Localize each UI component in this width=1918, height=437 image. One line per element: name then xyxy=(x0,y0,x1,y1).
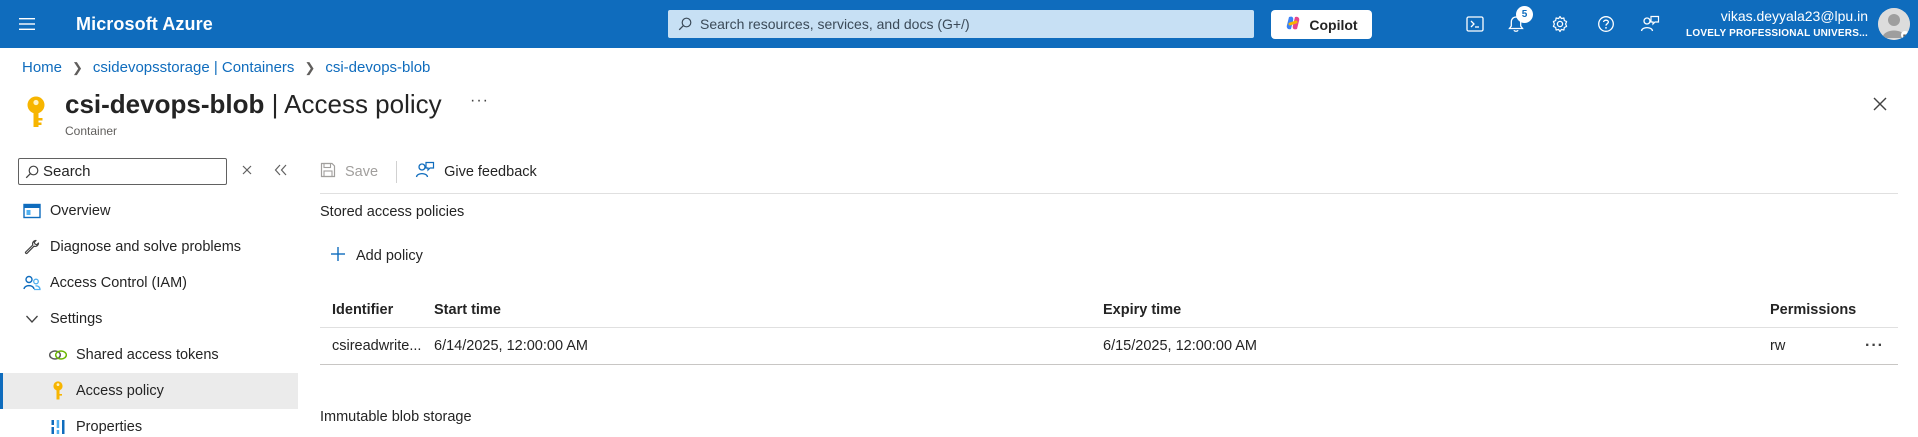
notification-count-badge: 5 xyxy=(1516,6,1533,23)
row-more-options-icon[interactable]: ··· xyxy=(1865,328,1884,364)
account-email: vikas.deyyala23@lpu.in xyxy=(1720,8,1868,24)
table-row[interactable]: csireadwrite... 6/14/2025, 12:00:00 AM 6… xyxy=(320,328,1898,365)
key-icon xyxy=(48,381,68,401)
collapse-sidebar-icon[interactable] xyxy=(274,163,288,179)
policies-table: Identifier Start time Expiry time Permis… xyxy=(320,292,1898,365)
sidebar-item-label: Diagnose and solve problems xyxy=(50,239,242,255)
plus-icon xyxy=(330,246,346,266)
title-separator: | xyxy=(264,89,285,119)
copilot-button[interactable]: Copilot xyxy=(1271,10,1372,39)
immutable-storage-title: Immutable blob storage xyxy=(320,409,472,425)
column-header-start-time[interactable]: Start time xyxy=(434,292,501,327)
sidebar-search-field[interactable] xyxy=(43,163,203,180)
sidebar-item-label: Access Control (IAM) xyxy=(50,275,187,291)
sidebar-item-label: Access policy xyxy=(76,383,164,399)
page-title: csi-devops-blob | Access policy xyxy=(65,89,442,120)
command-separator xyxy=(396,161,398,183)
column-header-permissions[interactable]: Permissions xyxy=(1770,292,1856,327)
breadcrumb-home[interactable]: Home xyxy=(22,59,62,76)
chevron-down-icon xyxy=(22,309,42,329)
cell-start-time: 6/14/2025, 12:00:00 AM xyxy=(434,338,588,354)
link-icon xyxy=(48,345,68,365)
feedback-label: Give feedback xyxy=(444,164,537,180)
sidebar-item-shared-access-tokens[interactable]: Shared access tokens xyxy=(0,337,298,373)
breadcrumb: Home ❯ csidevopsstorage | Containers ❯ c… xyxy=(22,59,430,76)
chevron-right-icon: ❯ xyxy=(304,59,316,75)
breadcrumb-blob[interactable]: csi-devops-blob xyxy=(325,59,430,76)
stored-policies-title: Stored access policies xyxy=(320,204,465,220)
give-feedback-button[interactable]: Give feedback xyxy=(415,161,537,183)
copilot-icon xyxy=(1285,15,1301,34)
copilot-label: Copilot xyxy=(1309,16,1358,33)
search-icon xyxy=(25,165,39,179)
cell-identifier: csireadwrite... xyxy=(332,338,422,354)
sidebar-item-access-policy[interactable]: Access policy xyxy=(0,373,298,409)
column-header-identifier[interactable]: Identifier xyxy=(332,292,432,327)
sidebar-search-input[interactable] xyxy=(18,158,227,185)
more-options-icon[interactable]: ··· xyxy=(470,92,489,110)
bell-icon[interactable]: 5 xyxy=(1504,6,1533,36)
clear-icon[interactable] xyxy=(241,163,253,179)
feedback-icon xyxy=(415,161,435,183)
top-bar: Microsoft Azure Search resources, servic… xyxy=(0,0,1918,48)
breadcrumb-containers[interactable]: csidevopsstorage | Containers xyxy=(93,59,295,76)
brand-title[interactable]: Microsoft Azure xyxy=(76,14,213,35)
sidebar-item-settings[interactable]: Settings xyxy=(0,301,298,337)
sidebar-item-label: Shared access tokens xyxy=(76,347,219,363)
global-search-input[interactable]: Search resources, services, and docs (G+… xyxy=(668,10,1254,38)
global-search-placeholder: Search resources, services, and docs (G+… xyxy=(700,16,970,32)
overview-icon xyxy=(22,201,42,221)
sidebar-item-label: Settings xyxy=(50,311,103,327)
chevron-right-icon: ❯ xyxy=(72,59,83,75)
avatar[interactable] xyxy=(1878,8,1910,40)
sidebar-item-properties[interactable]: Properties xyxy=(0,409,298,437)
resource-name: csi-devops-blob xyxy=(65,89,265,119)
add-policy-label: Add policy xyxy=(356,248,423,264)
cell-permissions: rw xyxy=(1770,338,1786,354)
search-icon xyxy=(678,17,692,31)
close-icon[interactable] xyxy=(1872,96,1888,115)
save-button[interactable]: Save xyxy=(320,162,378,182)
page-name: Access policy xyxy=(284,89,442,119)
sidebar-item-iam[interactable]: Access Control (IAM) xyxy=(0,265,298,301)
command-bar: Save Give feedback xyxy=(320,158,537,186)
help-icon[interactable] xyxy=(1594,12,1618,36)
column-header-expiry-time[interactable]: Expiry time xyxy=(1103,292,1181,327)
sidebar-nav: Overview Diagnose and solve problems Acc… xyxy=(0,193,298,437)
account-tenant: LOVELY PROFESSIONAL UNIVERS... xyxy=(1686,28,1868,40)
cell-expiry-time: 6/15/2025, 12:00:00 AM xyxy=(1103,338,1257,354)
save-label: Save xyxy=(345,164,379,180)
menu-icon[interactable] xyxy=(0,0,54,48)
people-icon xyxy=(22,273,42,293)
add-policy-button[interactable]: Add policy xyxy=(330,246,423,266)
sidebar-item-overview[interactable]: Overview xyxy=(0,193,298,229)
sidebar-item-label: Properties xyxy=(76,419,143,435)
table-header: Identifier Start time Expiry time Permis… xyxy=(320,292,1898,328)
page-subtitle: Container xyxy=(65,124,118,138)
cloud-shell-icon[interactable] xyxy=(1463,12,1487,36)
account-info[interactable]: vikas.deyyala23@lpu.in LOVELY PROFESSION… xyxy=(1686,8,1868,40)
save-icon xyxy=(320,162,336,182)
feedback-icon[interactable] xyxy=(1638,12,1662,36)
wrench-icon xyxy=(22,237,42,257)
sidebar-item-diagnose[interactable]: Diagnose and solve problems xyxy=(0,229,298,265)
settings-icon[interactable] xyxy=(1548,12,1572,36)
properties-icon xyxy=(48,417,68,437)
command-bar-divider xyxy=(320,193,1898,194)
key-icon xyxy=(25,96,47,133)
sidebar-item-label: Overview xyxy=(50,203,111,219)
